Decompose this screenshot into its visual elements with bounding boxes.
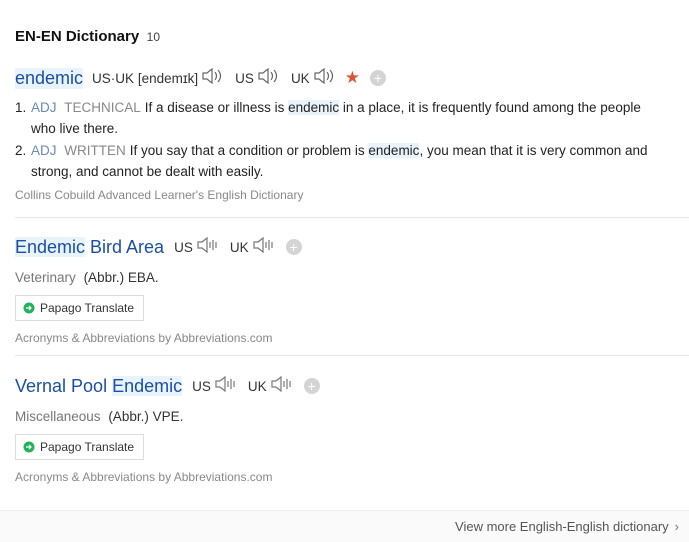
plus-icon[interactable]: +	[303, 378, 320, 394]
speaker-bars-icon[interactable]	[196, 236, 220, 259]
view-more-link[interactable]: View more English-English dictionary ›	[455, 519, 679, 534]
entry-endemic: endemic US·UK [endemɪk] US UK ★ + 1. ADJ…	[15, 66, 689, 218]
keyword: endemic	[368, 143, 420, 158]
footer-bar: View more English-English dictionary ›	[0, 510, 689, 542]
entry-vernal-pool-endemic: Vernal Pool Endemic US UK + Miscellaneou…	[15, 374, 689, 484]
us-label: US	[174, 239, 193, 255]
entry-word[interactable]: endemic	[15, 67, 84, 89]
plus-icon[interactable]: +	[369, 70, 386, 86]
definition-item: 1. ADJ TECHNICAL If a disease or illness …	[15, 100, 641, 136]
us-label: US	[235, 70, 254, 86]
abbreviation: (Abbr.) VPE.	[108, 409, 184, 424]
speaker-icon[interactable]	[201, 67, 225, 90]
pron-label: US·UK [endemɪk]	[92, 70, 199, 86]
pos-label: ADJ	[31, 100, 57, 115]
source-label: Collins Cobuild Advanced Learner's Engli…	[15, 188, 304, 202]
abbreviation: (Abbr.) EBA.	[83, 270, 159, 285]
speaker-icon[interactable]	[313, 67, 337, 90]
us-label: US	[192, 378, 211, 394]
star-icon[interactable]: ★	[345, 68, 360, 88]
papago-translate-button[interactable]: Papago Translate	[15, 434, 145, 460]
uk-label: UK	[290, 70, 310, 86]
register-label: TECHNICAL	[64, 100, 141, 115]
pos-label: ADJ	[31, 143, 57, 158]
speaker-bars-icon[interactable]	[270, 375, 294, 398]
source-label: Acronyms & Abbreviations by Abbreviation…	[15, 470, 273, 484]
category-row: Veterinary (Abbr.) EBA.	[15, 270, 689, 285]
definitions: 1. ADJ TECHNICAL If a disease or illness …	[15, 98, 689, 182]
papago-icon	[23, 302, 35, 314]
entry-endemic-bird-area: Endemic Bird Area US UK + Veterinary (Ab…	[15, 235, 689, 356]
speaker-bars-icon[interactable]	[214, 375, 238, 398]
ipa: [endemɪk]	[137, 70, 199, 86]
speaker-icon[interactable]	[257, 67, 281, 90]
source-label: Acronyms & Abbreviations by Abbreviation…	[15, 331, 273, 345]
result-count: 10	[146, 30, 161, 44]
uk-label: UK	[229, 239, 249, 255]
uk-label: UK	[247, 378, 267, 394]
category-row: Miscellaneous (Abbr.) VPE.	[15, 409, 689, 424]
keyword: endemic	[288, 100, 340, 115]
speaker-bars-icon[interactable]	[252, 236, 276, 259]
papago-translate-button[interactable]: Papago Translate	[15, 295, 145, 321]
register-label: WRITTEN	[64, 143, 126, 158]
plus-icon[interactable]: +	[285, 239, 302, 255]
definition-item: 2. ADJ WRITTEN If you say that a conditio…	[15, 143, 648, 179]
section-title: EN-EN Dictionary	[15, 28, 140, 45]
section-header: EN-EN Dictionary 10	[15, 28, 160, 46]
entry-word[interactable]: Endemic Bird Area	[15, 236, 164, 258]
field-label: Miscellaneous	[15, 409, 101, 424]
chevron-right-icon: ›	[674, 519, 679, 534]
field-label: Veterinary	[15, 270, 76, 285]
papago-icon	[23, 441, 35, 453]
entry-word[interactable]: Vernal Pool Endemic	[15, 375, 183, 397]
